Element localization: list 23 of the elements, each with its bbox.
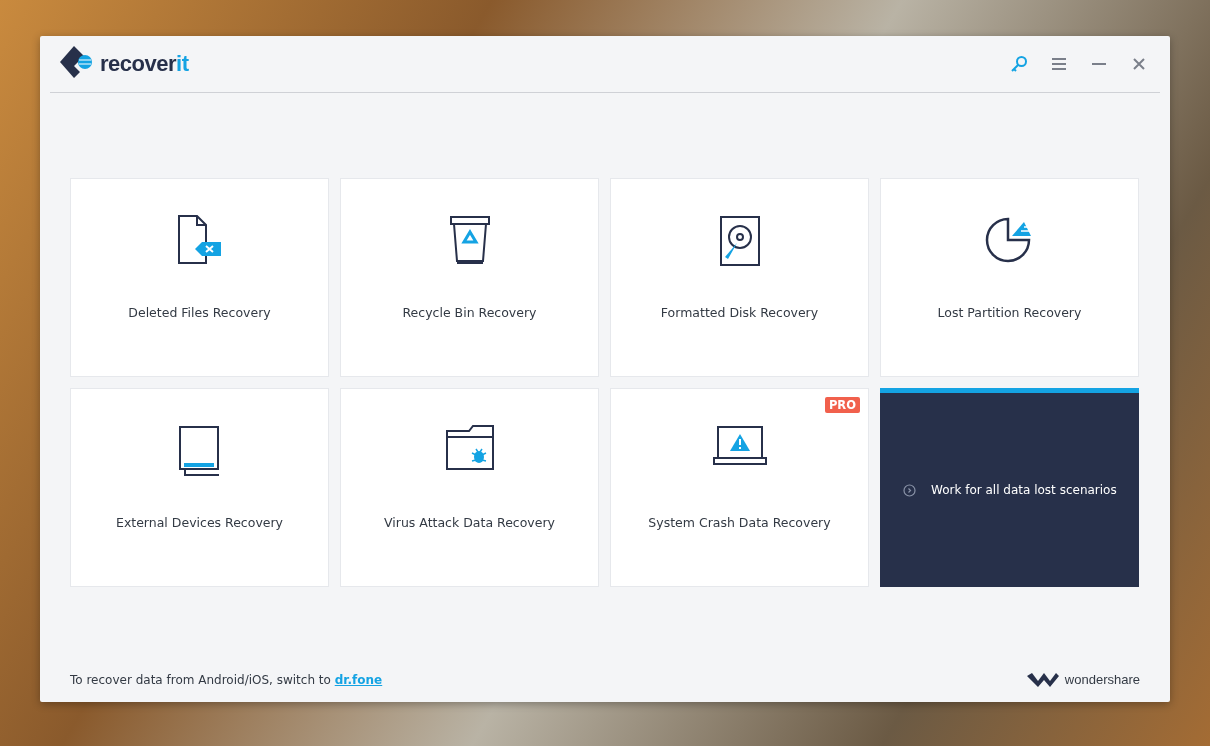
app-logo: recoverit xyxy=(100,51,189,77)
file-delete-icon xyxy=(175,215,224,265)
brand-name: wondershare xyxy=(1064,672,1140,687)
minimize-icon xyxy=(1092,63,1106,65)
external-drive-icon xyxy=(177,425,222,477)
laptop-warning-icon xyxy=(712,425,767,467)
footer-text: To recover data from Android/iOS, switch to dr.fone xyxy=(70,672,383,687)
recovery-option-card[interactable]: Virus Attack Data Recovery xyxy=(340,388,599,587)
recycle-bin-icon xyxy=(447,215,492,265)
pro-badge: PRO xyxy=(824,397,860,413)
info-text: Work for all data lost scenarios xyxy=(931,483,1117,497)
chevron-circle-icon xyxy=(903,483,916,497)
brand-logo-icon xyxy=(1026,672,1059,687)
key-icon xyxy=(1010,55,1028,73)
menu-icon xyxy=(1052,58,1066,70)
recovery-option-card[interactable]: Deleted Files Recovery xyxy=(70,178,329,377)
recovery-option-card[interactable]: PRO System Crash Data Recovery xyxy=(610,388,869,587)
folder-bug-icon xyxy=(444,425,495,471)
recovery-option-card[interactable]: Lost Partition Recovery xyxy=(880,178,1139,377)
recovery-option-card[interactable]: External Devices Recovery xyxy=(70,388,329,587)
recovery-option-card[interactable]: Formatted Disk Recovery xyxy=(610,178,869,377)
close-icon xyxy=(1133,58,1145,70)
recovery-option-card[interactable]: Recycle Bin Recovery xyxy=(340,178,599,377)
